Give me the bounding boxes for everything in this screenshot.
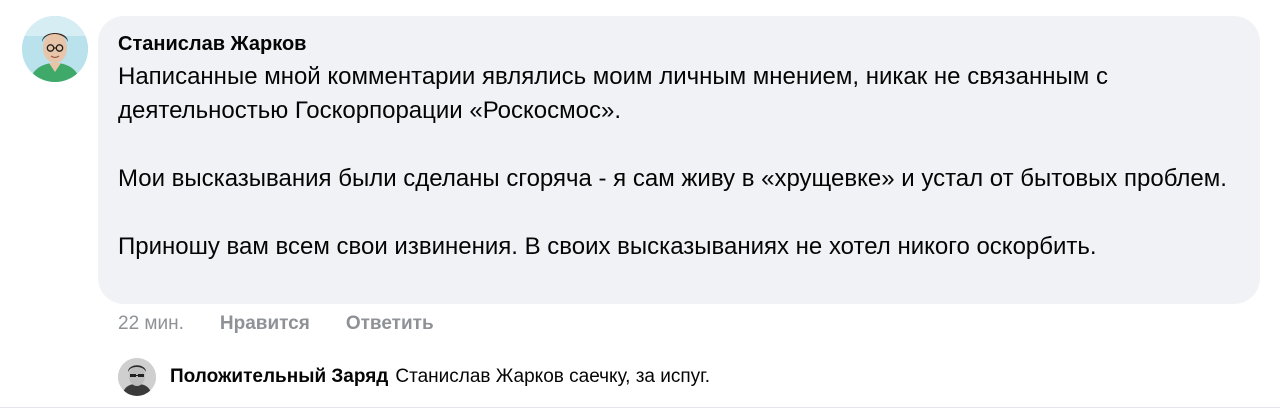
comment-paragraph-3: Приношу вам всем свои извинения. В своих… [118,233,1097,260]
comment-paragraph-1: Написанные мной комментарии являлись мои… [118,63,1108,124]
comment-paragraph-2: Мои высказывания были сделаны сгоряча - … [118,165,1227,192]
reply-preview[interactable]: Положительный Заряд Станислав Жарков сае… [118,358,710,396]
reply-button[interactable]: Ответить [346,312,434,336]
divider [0,407,1280,408]
author-avatar[interactable] [22,16,88,82]
like-button[interactable]: Нравится [220,312,310,336]
comment-actions: 22 мин. Нравится Ответить [118,312,434,336]
comment-bubble: Станислав Жарков Написанные мной коммент… [98,16,1260,304]
reply-author-avatar[interactable] [118,358,156,396]
reply-text: Станислав Жарков саечку, за испуг. [395,366,711,387]
comment-author-name[interactable]: Станислав Жарков [118,31,1240,57]
comment-timestamp[interactable]: 22 мин. [118,312,184,336]
reply-author-name[interactable]: Положительный Заряд [170,366,388,388]
